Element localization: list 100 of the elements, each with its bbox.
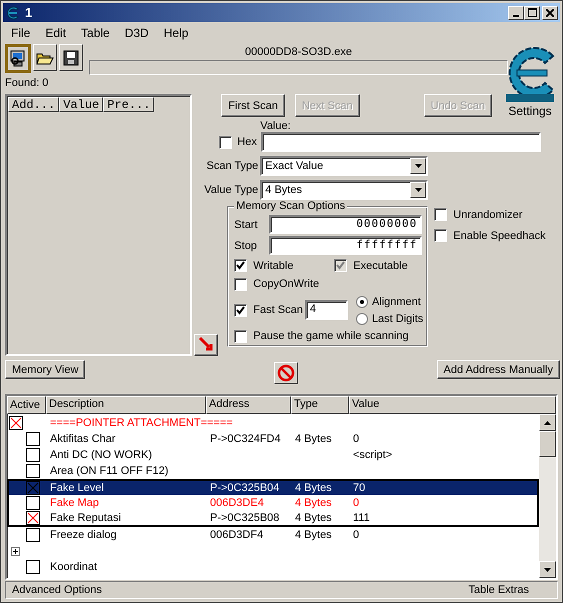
type-text: 4 Bytes: [295, 433, 332, 445]
column-header[interactable]: Description: [46, 396, 206, 414]
dropdown-arrow-icon: [414, 164, 422, 168]
maximize-icon: [528, 8, 536, 17]
value-input-field[interactable]: [260, 132, 541, 152]
radio-button[interactable]: [356, 296, 368, 308]
scroll-down-icon[interactable]: [544, 568, 551, 572]
add-address-button[interactable]: Add Address Manually: [436, 360, 560, 379]
value-text: <script>: [353, 449, 392, 461]
checkbox-label: Fast Scan: [253, 304, 303, 316]
checkbox[interactable]: [234, 304, 248, 316]
address-text: 006D3DE4: [210, 497, 264, 509]
close-button[interactable]: [542, 6, 558, 20]
description-text: ====POINTER ATTACHMENT=====: [50, 417, 233, 429]
checkbox[interactable]: [26, 528, 40, 542]
checkbox-label: Unrandomizer: [453, 208, 522, 220]
checkbox[interactable]: [26, 511, 40, 525]
table-row[interactable]: ====POINTER ATTACHMENT=====: [7, 415, 539, 431]
checkbox[interactable]: [26, 432, 40, 446]
close-icon: [546, 8, 554, 16]
radio-label: Last Digits: [372, 312, 424, 324]
description-text: Fake Map: [50, 497, 99, 509]
start-address-field[interactable]: 00000000: [269, 215, 422, 234]
description-text: Freeze dialog: [50, 529, 117, 541]
scroll-up-icon[interactable]: [544, 420, 551, 424]
scrollbar[interactable]: [539, 414, 556, 578]
stop-address-field[interactable]: ffffffff: [269, 236, 422, 255]
checkbox-label: Enable Speedhack: [453, 230, 546, 242]
address-text: P->0C325B08: [210, 512, 280, 524]
checkbox[interactable]: [26, 496, 40, 510]
type-text: 4 Bytes: [295, 482, 332, 494]
value-type-label: Value Type: [203, 184, 260, 196]
column-header[interactable]: Value: [349, 396, 556, 414]
checkbox-label: CopyOnWrite: [253, 278, 320, 290]
checkbox[interactable]: [26, 560, 40, 574]
table-row[interactable]: Koordinat: [7, 559, 539, 575]
radio-button[interactable]: [356, 312, 368, 324]
column-header[interactable]: Add...: [8, 97, 60, 112]
menu-item[interactable]: Help: [160, 26, 194, 40]
table-row[interactable]: Area (ON F11 OFF F12): [7, 463, 539, 479]
checkbox[interactable]: [26, 464, 40, 478]
table-row[interactable]: Anti DC (NO WORK) <script>: [7, 447, 539, 463]
table-row[interactable]: Freeze dialog 006D3DF4 4 Bytes 0: [7, 527, 539, 543]
arrow-icon: [198, 336, 214, 352]
column-header[interactable]: Pre...: [103, 97, 154, 112]
checkbox-label: Writable: [253, 260, 294, 272]
value-text: 0: [353, 497, 360, 509]
checkbox[interactable]: [434, 208, 448, 221]
value-text: 0: [353, 433, 360, 445]
hex-label: Hex: [237, 136, 257, 148]
radio-label: Alignment: [372, 296, 421, 308]
column-header[interactable]: Value: [59, 97, 104, 112]
table-row[interactable]: Aktifitas Char P->0C324FD4 4 Bytes 0: [7, 431, 539, 447]
arrow-button[interactable]: [194, 334, 218, 356]
minimize-button[interactable]: [508, 6, 524, 20]
scan-type-dropdown[interactable]: Exact Value: [260, 156, 428, 176]
checkbox[interactable]: [434, 229, 448, 242]
scrollbar-thumb[interactable]: [539, 431, 556, 457]
checkbox[interactable]: [26, 481, 40, 495]
hex-checkbox[interactable]: [219, 136, 232, 148]
checkbox[interactable]: [9, 416, 23, 430]
checkbox[interactable]: [234, 259, 248, 272]
checkbox-label: Pause the game while scanning: [253, 330, 409, 342]
column-header[interactable]: Address: [206, 396, 291, 414]
address-text: P->0C325B04: [210, 482, 280, 494]
group-title: Memory Scan Options: [234, 200, 348, 212]
checkbox[interactable]: [234, 330, 248, 342]
menu-item[interactable]: Table: [78, 26, 116, 40]
scan-button[interactable]: First Scan: [221, 94, 285, 117]
stop-icon: [277, 364, 296, 382]
value-type-dropdown[interactable]: 4 Bytes: [260, 180, 428, 200]
value-text: 70: [353, 482, 366, 494]
menu-item[interactable]: File: [8, 26, 36, 40]
menu-item[interactable]: D3D: [122, 26, 155, 40]
settings-link[interactable]: Settings: [508, 104, 552, 118]
fast-scan-field[interactable]: 4: [304, 300, 348, 320]
process-name: 00000DD8-SO3D.exe: [244, 46, 352, 58]
dropdown-arrow-icon: [414, 188, 422, 192]
description-text: Koordinat: [50, 561, 98, 573]
value-text: 0: [353, 529, 360, 541]
expand-icon[interactable]: [11, 546, 20, 556]
minimize-icon: [513, 14, 519, 16]
menu-item[interactable]: Edit: [42, 26, 72, 40]
column-header[interactable]: Active: [7, 396, 46, 414]
maximize-button[interactable]: [524, 6, 540, 20]
column-header[interactable]: Type: [291, 396, 349, 414]
checkbox[interactable]: [26, 448, 40, 462]
start-label: Start: [234, 218, 259, 230]
description-text: Fake Reputasi: [50, 512, 121, 524]
table-row[interactable]: Fake Reputasi P->0C325B08 4 Bytes 111: [7, 511, 539, 527]
memory-view-button[interactable]: Memory View: [5, 360, 86, 379]
scan-type-label: Scan Type: [206, 160, 260, 172]
description-text: Area (ON F11 OFF F12): [50, 465, 168, 477]
stop-button[interactable]: [274, 362, 298, 384]
toolbar-button[interactable]: [5, 44, 31, 73]
checkbox[interactable]: [234, 278, 248, 290]
table-extras-link[interactable]: Table Extras: [468, 584, 529, 596]
table-row[interactable]: Fake Level P->0C325B04 4 Bytes 70: [7, 479, 539, 495]
type-text: 4 Bytes: [295, 512, 332, 524]
advanced-options-link[interactable]: Advanced Options: [12, 584, 102, 596]
